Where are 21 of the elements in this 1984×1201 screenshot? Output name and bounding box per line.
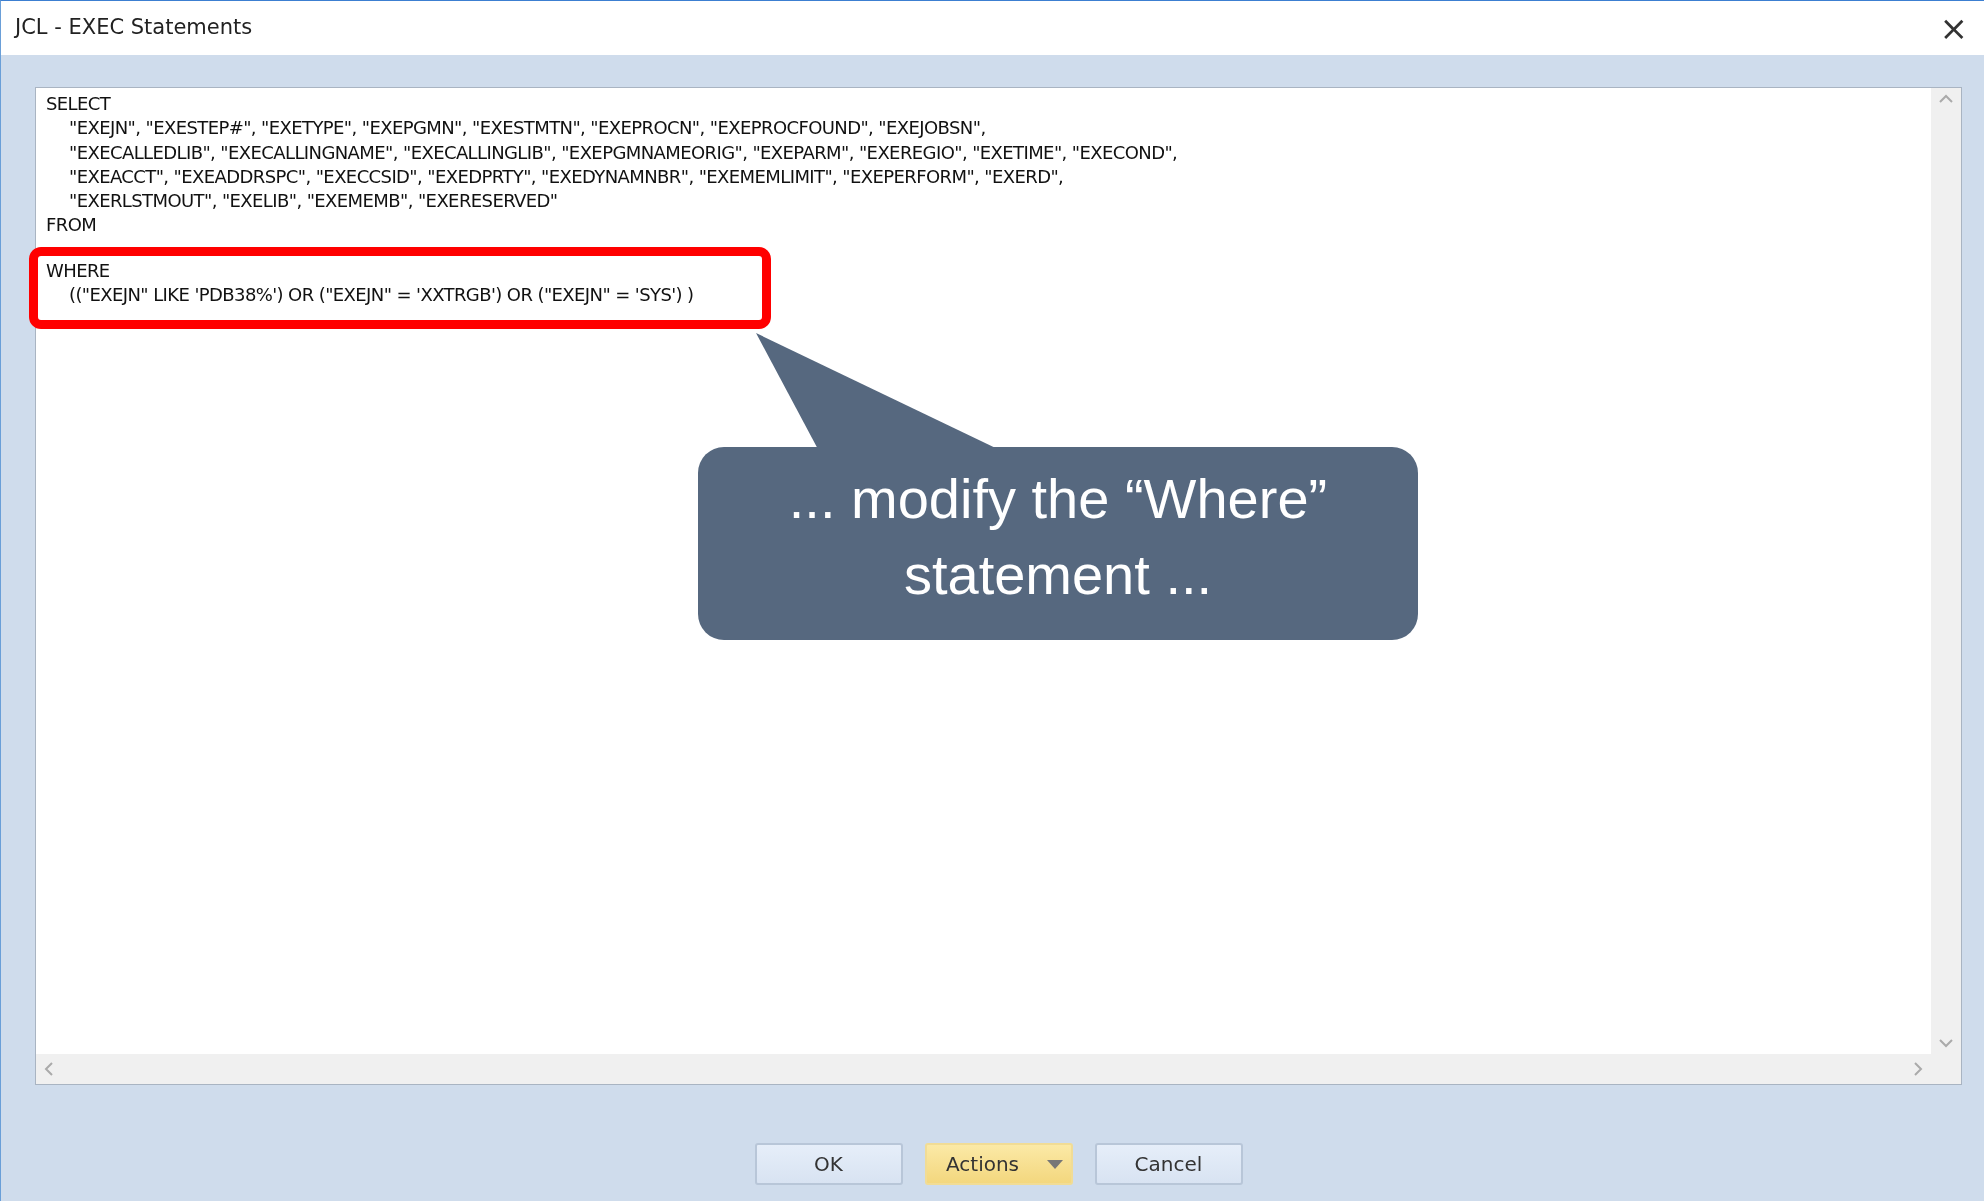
code-line: "EXERLSTMOUT", "EXELIB", "EXEMEMB", "EXERESERVED" [69, 189, 558, 214]
code-line: "EXEJN", "EXESTEP#", "EXETYPE", "EXEPGMN", "EXESTMTN", "EXEPROCN", "EXEPROCFOUND", "EXEJOBSN", [69, 116, 986, 141]
scroll-up-icon[interactable] [1939, 94, 1953, 104]
window-title: JCL - EXEC Statements [15, 14, 253, 42]
vertical-scrollbar[interactable] [1931, 88, 1961, 1054]
dialog-button[interactable]: OK [754, 1143, 903, 1185]
dialog-button[interactable]: Cancel [1094, 1143, 1243, 1185]
code-editor[interactable] [35, 87, 1962, 1085]
code-line: "EXECALLEDLIB", "EXECALLINGNAME", "EXECALLINGLIB", "EXEPGMNAMEORIG", "EXEPARM", "EXEREGIO", "EXETIME", "EXECOND", [69, 140, 1178, 165]
horizontal-scrollbar[interactable] [36, 1054, 1931, 1084]
scroll-right-icon[interactable] [1913, 1062, 1923, 1076]
code-line: "EXEACCT", "EXEADDRSPC", "EXECCSID", "EXEDPRTY", "EXEDYNAMNBR", "EXEMEMLIMIT", "EXEPERFORM", "EXERD", [69, 164, 1064, 189]
code-line: FROM [46, 213, 97, 238]
code-line: SELECT [46, 92, 111, 116]
scroll-left-icon[interactable] [44, 1062, 54, 1076]
dialog-button[interactable]: Actions [924, 1143, 1073, 1185]
caret-icon [1047, 1159, 1064, 1169]
code-line: WHERE [46, 259, 110, 283]
code-line: (("EXEJN" LIKE 'PDB38%') OR ("EXEJN" = 'XXTRGB') OR ("EXEJN" = 'SYS') ) [69, 283, 694, 308]
close-button[interactable]: × [1935, 11, 1972, 45]
scroll-down-icon[interactable] [1939, 1038, 1953, 1048]
